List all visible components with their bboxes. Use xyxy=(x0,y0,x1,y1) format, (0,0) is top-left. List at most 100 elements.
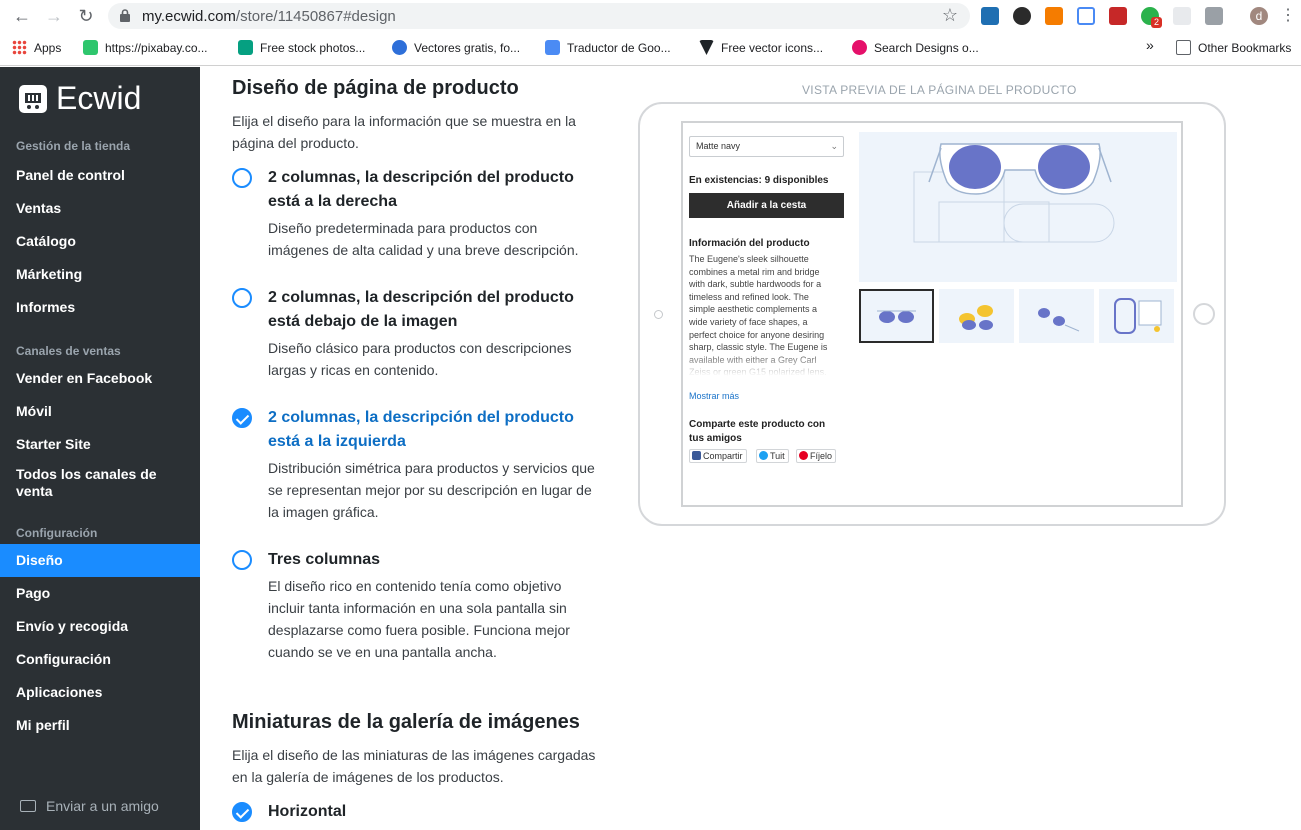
lock-icon xyxy=(120,9,130,22)
pixabay-icon xyxy=(83,40,98,55)
variant-select: Matte navy ⌄ xyxy=(689,136,844,157)
sidebar-item-marketing[interactable]: Márketing xyxy=(0,266,200,283)
option-title: Tres columnas xyxy=(268,551,381,568)
sidebar-item-starter-site[interactable]: Starter Site xyxy=(0,436,200,453)
sidebar-item-profile[interactable]: Mi perfil xyxy=(0,717,200,734)
bookmark-apps[interactable]: Apps xyxy=(12,40,61,55)
show-more-link: Mostrar más xyxy=(689,391,740,401)
share-title: Comparte este producto con tus amigos xyxy=(689,419,826,444)
radio-button[interactable] xyxy=(232,288,252,308)
bookmarks-overflow-icon[interactable]: » xyxy=(1146,37,1154,53)
main-content: Diseño de página de producto Elija el di… xyxy=(200,67,1301,830)
extension-grid-icon[interactable] xyxy=(1173,7,1191,25)
back-icon[interactable]: ← xyxy=(10,5,34,27)
sidebar-item-facebook[interactable]: Vender en Facebook xyxy=(0,370,200,387)
sidebar-item-reports[interactable]: Informes xyxy=(0,299,200,316)
sunglasses-illustration xyxy=(913,143,1115,243)
sidebar-item-design[interactable]: Diseño xyxy=(0,544,200,577)
brand-name: Ecwid xyxy=(56,80,142,116)
product-info-text: The Eugene's sleek silhouette combines a… xyxy=(689,254,828,376)
sidebar-item-apps[interactable]: Aplicaciones xyxy=(0,684,200,701)
extension-badge: 2 xyxy=(1151,17,1163,28)
google-translate-icon xyxy=(545,40,560,55)
pinterest-icon xyxy=(799,451,808,460)
menu-kebab-icon[interactable]: ⋮ xyxy=(1280,5,1296,27)
bookmark-star-icon[interactable]: ☆ xyxy=(942,5,958,26)
option-title: 2 columnas, la descripción del producto … xyxy=(268,409,574,450)
tablet-preview: Matte navy ⌄ En existencias: 9 disponible… xyxy=(638,102,1226,526)
extension-mcafee-icon[interactable] xyxy=(1109,7,1127,25)
bookmark-pixabay[interactable]: https://pixabay.co... xyxy=(83,40,208,55)
extension-k-icon[interactable] xyxy=(1013,7,1031,25)
bookmark-vector-icons[interactable]: Free vector icons... xyxy=(699,40,823,55)
bookmark-traductor[interactable]: Traductor de Goo... xyxy=(545,40,671,55)
sidebar-item-mobile[interactable]: Móvil xyxy=(0,403,200,420)
sidebar-item-all-channels[interactable]: Todos los canales de venta xyxy=(0,466,170,500)
bookmark-search-designs[interactable]: Search Designs o... xyxy=(852,40,979,55)
option-desc: Diseño clásico para productos con descri… xyxy=(268,340,572,378)
option-desc: El diseño rico en contenido tenía como o… xyxy=(268,578,570,660)
gallery-thumbnail xyxy=(859,289,934,343)
preview-screen: Matte navy ⌄ En existencias: 9 disponible… xyxy=(681,121,1183,507)
option-title: 2 columnas, la descripción del producto … xyxy=(268,169,574,210)
option-desc: Distribución simétrica para productos y … xyxy=(268,460,595,520)
stock-status: En existencias: 9 disponibles xyxy=(689,175,829,186)
radio-button[interactable] xyxy=(232,550,252,570)
product-page-layout-desc: Elija el diseño para la información que … xyxy=(232,113,576,151)
reload-icon[interactable]: ↻ xyxy=(74,5,98,27)
cart-logo-icon xyxy=(19,85,47,113)
share-twitter-button: Tuit xyxy=(756,449,789,463)
section-title-channels: Canales de ventas xyxy=(16,344,121,358)
chevron-down-icon: ⌄ xyxy=(830,141,838,151)
invite-label: Enviar a un amigo xyxy=(46,798,159,814)
url-text: my.ecwid.com/store/11450867#design xyxy=(142,8,396,25)
browser-toolbar: ← → ↻ my.ecwid.com/store/11450867#design… xyxy=(0,0,1301,33)
address-bar[interactable]: my.ecwid.com/store/11450867#design ☆ xyxy=(108,3,970,29)
bookmark-other[interactable]: Other Bookmarks xyxy=(1176,40,1291,55)
envelope-icon xyxy=(20,800,36,812)
vectores-icon xyxy=(392,40,407,55)
stock-photos-icon xyxy=(238,40,253,55)
sidebar-item-catalog[interactable]: Catálogo xyxy=(0,233,200,250)
sidebar: Ecwid Gestión de la tienda Panel de cont… xyxy=(0,67,200,830)
sidebar-item-shipping[interactable]: Envío y recogida xyxy=(0,618,200,635)
profile-avatar[interactable]: d xyxy=(1250,7,1268,25)
sidebar-item-settings[interactable]: Configuración xyxy=(0,651,200,668)
extension-pin-icon[interactable] xyxy=(1205,7,1223,25)
radio-button[interactable] xyxy=(232,168,252,188)
add-to-cart-button: Añadir a la cesta xyxy=(689,193,844,218)
tablet-home-button xyxy=(1193,303,1215,325)
gallery-thumbnail xyxy=(939,289,1014,343)
invite-friend-link[interactable]: Enviar a un amigo xyxy=(20,798,159,814)
section-title-config: Configuración xyxy=(16,526,98,540)
product-info-title: Información del producto xyxy=(689,238,810,249)
product-page-layout-title: Diseño de página de producto xyxy=(232,77,519,99)
dribbble-icon xyxy=(852,40,867,55)
gallery-thumbnail xyxy=(1099,289,1174,343)
share-pinterest-button: Fíjelo xyxy=(796,449,837,463)
folder-icon xyxy=(1176,40,1191,55)
radio-checked-icon[interactable] xyxy=(232,802,252,822)
section-title-store: Gestión de la tienda xyxy=(16,139,131,153)
extension-translate-icon[interactable] xyxy=(1077,7,1095,25)
extension-s-icon[interactable] xyxy=(981,7,999,25)
option-desc: Diseño predeterminada para productos con… xyxy=(268,220,579,258)
sidebar-item-sales[interactable]: Ventas xyxy=(0,200,200,217)
sidebar-item-dashboard[interactable]: Panel de control xyxy=(0,167,200,184)
apps-grid-icon xyxy=(12,40,27,55)
product-main-image xyxy=(859,132,1177,282)
gallery-thumbnails-title: Miniaturas de la galería de imágenes xyxy=(232,711,580,733)
radio-checked-icon[interactable] xyxy=(232,408,252,428)
extension-shield-icon[interactable]: 2 xyxy=(1141,7,1163,28)
flaticon-icon xyxy=(699,40,714,55)
extension-chart-icon[interactable] xyxy=(1045,7,1063,25)
facebook-icon xyxy=(692,451,701,460)
preview-label: VISTA PREVIA DE LA PÁGINA DEL PRODUCTO xyxy=(802,83,1077,97)
share-facebook-button: Compartir xyxy=(689,449,747,463)
bookmark-vectores[interactable]: Vectores gratis, fo... xyxy=(392,40,520,55)
forward-icon[interactable]: → xyxy=(42,5,66,27)
gallery-thumbnail xyxy=(1019,289,1094,343)
twitter-icon xyxy=(759,451,768,460)
bookmark-stock-photos[interactable]: Free stock photos... xyxy=(238,40,365,55)
sidebar-item-payment[interactable]: Pago xyxy=(0,585,200,602)
